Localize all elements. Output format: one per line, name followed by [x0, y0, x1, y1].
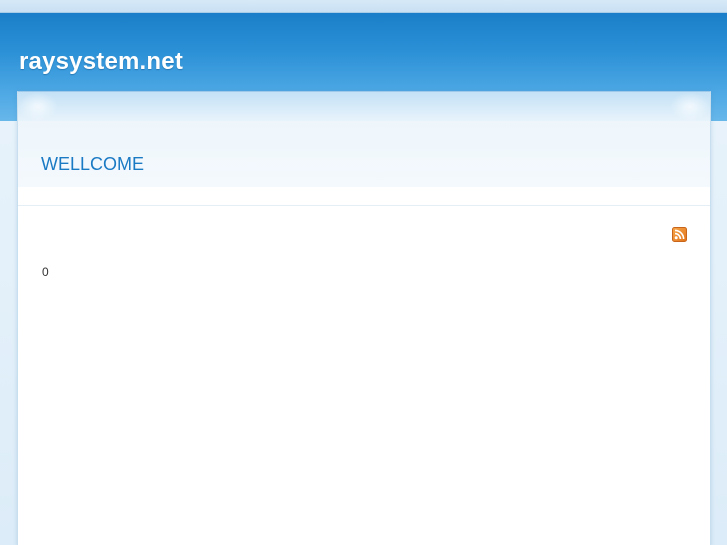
rss-feed-icon[interactable]	[672, 227, 687, 242]
panel-top-gradient	[18, 92, 710, 121]
site-title[interactable]: raysystem.net	[19, 48, 183, 76]
content-panel: WELLCOME 0	[17, 91, 711, 545]
post-count: 0	[42, 265, 49, 279]
page-heading: WELLCOME	[41, 154, 145, 174]
divider	[18, 205, 710, 206]
top-strip	[0, 0, 727, 13]
